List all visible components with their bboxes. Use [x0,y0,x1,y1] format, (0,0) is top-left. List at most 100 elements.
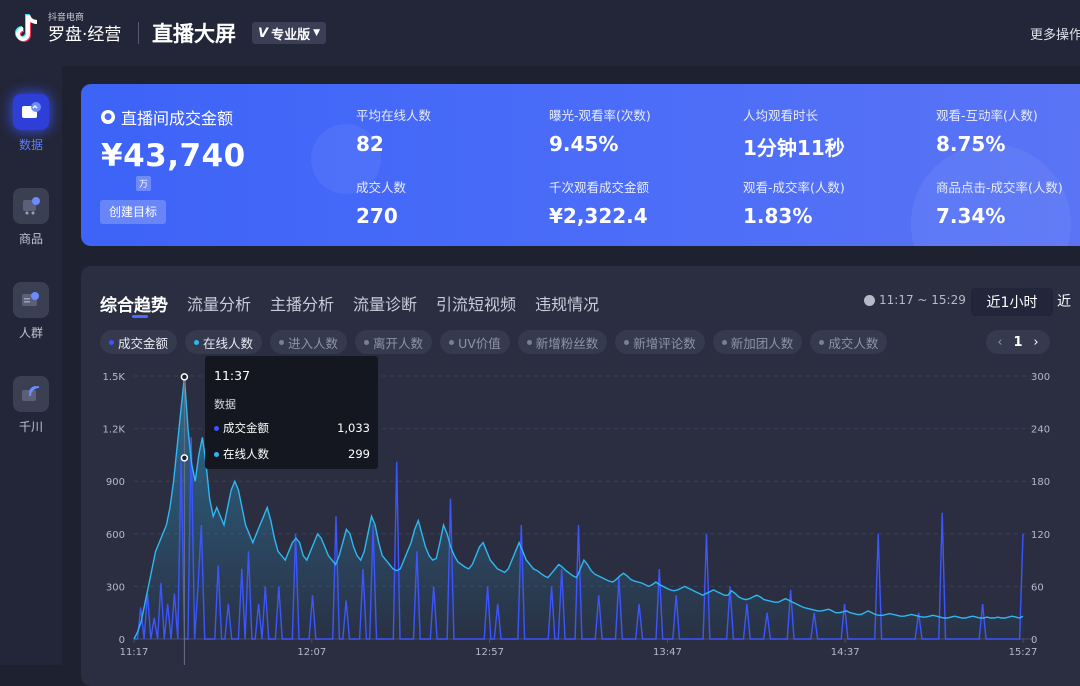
tab-short-video[interactable]: 引流短视频 [436,291,516,316]
metric-label: 平均在线人数 [356,108,432,123]
gmv-title-text: 直播间成交金额 [121,109,234,128]
time-range-text: 11:17 ~ 15:29 [879,293,966,307]
sidebar-item-data[interactable]: 数据 [0,94,62,153]
page-title: 直播大屏 [152,22,236,46]
metric-label: 曝光-观看率(次数) [549,108,651,123]
legend-dot-icon [194,339,200,345]
right-axis-tick-label: 120 [1031,530,1050,541]
tab-traffic-diagnosis[interactable]: 流量诊断 [353,291,417,316]
chip-label: 新加团人数 [730,335,794,351]
chip-label: 离开人数 [373,335,424,351]
time-range: 11:17 ~ 15:29 [864,293,966,307]
metric-avg-watch-time[interactable]: 人均观看时长 1分钟11秒 [743,105,845,161]
x-axis-tick-label: 12:07 [297,647,326,658]
metric-label: 观看-互动率(人数) [936,108,1038,123]
tooltip-label: 成交金额 [223,421,269,435]
metric-click-conversion-rate[interactable]: 商品点击-成交率(人数) 7.34% [936,177,1063,228]
edition-label: 专业版 [271,27,311,43]
metric-view-conversion-rate[interactable]: 观看-成交率(人数) 1.83% [743,177,845,228]
right-axis-labels: 0 60 120 180 240 300 [1031,372,1050,646]
left-axis-tick-label: 600 [106,530,125,541]
sidebar-item-label: 商品 [18,232,43,246]
tiktok-logo-icon [14,12,42,46]
sidebar-item-label: 数据 [18,138,43,152]
chip-label: 新增粉丝数 [535,335,599,351]
pager-page: 1 [1013,334,1023,350]
chip-online-users[interactable]: 在线人数 [185,330,263,354]
sidebar-item-products[interactable]: 商品 [0,188,62,247]
tooltip-row-gmv: 成交金额 1,033 [214,420,370,436]
chip-exits[interactable]: 离开人数 [355,330,433,354]
tooltip-label: 在线人数 [223,447,269,461]
left-axis-tick-label: 900 [106,477,125,488]
chip-new-group-members[interactable]: 新加团人数 [712,330,803,354]
tab-overall-trend[interactable]: 综合趋势 [100,291,168,316]
range-next-button[interactable]: 近 [1057,288,1071,316]
metric-avg-online[interactable]: 平均在线人数 82 [356,105,431,156]
left-axis-labels: 0 300 600 900 1.2K 1.5K [103,372,126,646]
chart-tooltip: 11:37 数据 成交金额 1,033 在线人数 299 [205,356,378,469]
chip-buyers[interactable]: 成交人数 [810,330,888,354]
chip-new-comments[interactable]: 新增评论数 [615,330,705,354]
chip-uv-value[interactable]: UV价值 [440,330,510,354]
tooltip-value: 299 [348,447,370,461]
legend-dot-icon [109,339,114,345]
tab-violations[interactable]: 违规情况 [535,291,599,316]
sidebar-item-label: 千川 [18,420,43,434]
more-actions-link[interactable]: 更多操作 [1030,24,1080,43]
left-axis-tick-label: 1.5K [103,372,126,383]
metric-exposure-view-rate[interactable]: 曝光-观看率(次数) 9.45% [549,105,651,156]
metric-chips: 成交金额 在线人数 进入人数 离开人数 UV价值 新增粉丝数 新增评论数 新加团… [100,330,888,354]
x-axis-tick-label: 12:57 [475,647,504,658]
shopping-cart-icon [13,188,49,224]
logo-title: 罗盘·经营 [48,24,122,45]
metric-label: 成交人数 [356,180,407,195]
legend-dot-icon [721,339,727,345]
metric-view-interaction-rate[interactable]: 观看-互动率(人数) 8.75% [936,105,1038,156]
logo[interactable]: 抖音电商 罗盘·经营 [14,12,121,46]
tooltip-value: 1,033 [337,421,370,435]
right-axis-tick-label: 0 [1031,635,1037,646]
edition-dropdown[interactable]: 𝙑 专业版 ▼ [252,22,326,44]
target-icon: ● [101,110,115,124]
legend-dot-icon [364,339,370,345]
range-1h-button[interactable]: 近1小时 [971,288,1053,316]
right-axis-tick-label: 240 [1031,425,1050,436]
metric-value: 1分钟11秒 [743,136,845,160]
sidebar-item-audience[interactable]: 人群 [0,282,62,341]
tooltip-row-online: 在线人数 299 [214,446,370,462]
active-tab-indicator [132,315,148,318]
x-axis-tick-label: 15:27 [1009,647,1038,658]
sidebar-item-label: 人群 [18,326,43,340]
legend-dot-icon [279,339,285,345]
caret-down-icon: ▼ [313,28,320,38]
analysis-tabs: 综合趋势 流量分析 主播分析 流量诊断 引流短视频 违规情况 [100,291,599,316]
sidebar-item-qianchuan[interactable]: 千川 [0,376,62,435]
chip-label: 在线人数 [203,335,254,351]
metric-value: 9.45% [549,132,619,156]
legend-dot-icon [526,339,532,345]
tab-host-analysis[interactable]: 主播分析 [270,291,334,316]
pager-next-icon[interactable]: › [1033,335,1038,350]
tab-traffic-analysis[interactable]: 流量分析 [187,291,251,316]
live-summary-card: ● 直播间成交金额 ¥43,740 万 创建目标 平均在线人数 82 曝光-观看… [81,84,1080,246]
metric-value: ¥2,322.4 [549,204,648,228]
top-bar: 抖音电商 罗盘·经营 直播大屏 𝙑 专业版 ▼ 更多操作 [0,0,1080,66]
create-goal-button[interactable]: 创建目标 [100,200,167,224]
people-card-icon [13,282,49,318]
pager-prev-icon[interactable]: ‹ [997,335,1002,350]
legend-dot-icon [214,425,219,431]
data-chart-icon [13,94,49,130]
chip-label: 进入人数 [288,335,339,351]
metric-value: 7.34% [936,204,1006,228]
chip-gmv[interactable]: 成交金额 [100,330,178,354]
chip-new-fans[interactable]: 新增粉丝数 [517,330,608,354]
metric-buyers[interactable]: 成交人数 270 [356,177,406,228]
right-axis-tick-label: 180 [1031,477,1050,488]
chip-entries[interactable]: 进入人数 [270,330,348,354]
metric-label: 千次观看成交金额 [549,180,650,195]
metric-gpm[interactable]: 千次观看成交金额 ¥2,322.4 [549,177,649,228]
legend-dot-icon [214,451,219,457]
legend-dot-icon [624,339,630,345]
header-divider [138,22,139,44]
